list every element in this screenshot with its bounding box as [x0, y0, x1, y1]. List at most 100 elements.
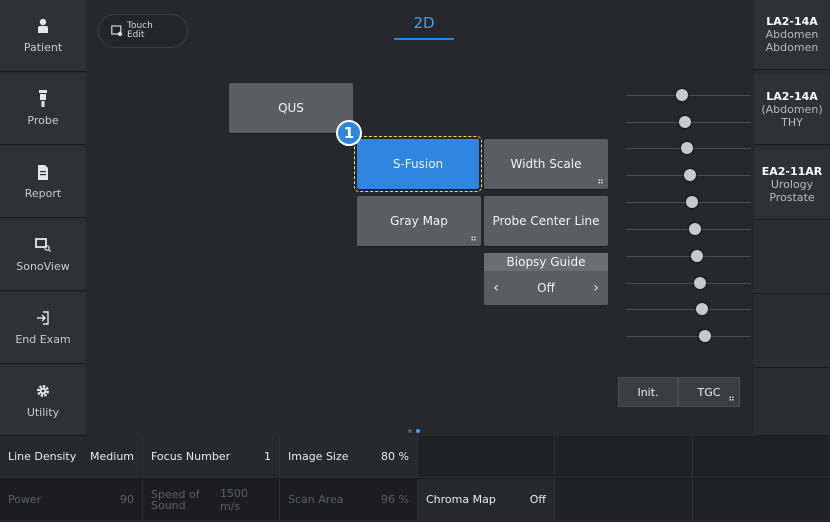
sidebar-item-label: Probe	[27, 114, 59, 127]
sidebar-item-label: Report	[24, 187, 62, 200]
biopsy-guide-control: Biopsy Guide ‹ Off ›	[484, 253, 608, 305]
qus-button[interactable]: QUS	[229, 83, 353, 133]
param-chroma-map[interactable]: Chroma Map Off	[418, 479, 555, 521]
probe-slot-empty[interactable]	[754, 221, 830, 294]
probe-preset: Prostate	[769, 191, 815, 204]
param-empty	[693, 436, 830, 478]
probe-application: Abdomen	[765, 28, 819, 41]
page-dot[interactable]	[408, 429, 412, 433]
param-line-density[interactable]: Line Density Medium	[0, 436, 143, 478]
tgc-knob[interactable]	[678, 116, 691, 128]
tab-active-indicator	[394, 38, 454, 40]
sidebar-item-report[interactable]: Report	[0, 146, 86, 218]
param-image-size[interactable]: Image Size 80 %	[280, 436, 418, 478]
param-speed-of-sound[interactable]: Speed of Sound 1500 m/s	[143, 479, 280, 521]
sidebar-item-label: End Exam	[15, 333, 71, 346]
probe-list: LA2-14A Abdomen Abdomen LA2-14A (Abdomen…	[754, 0, 830, 436]
probe-center-line-button[interactable]: Probe Center Line	[484, 196, 608, 246]
probe-application: Urology	[770, 178, 814, 191]
more-options-icon	[729, 396, 734, 401]
param-name: Image Size	[288, 450, 349, 463]
param-value: Off	[529, 493, 546, 506]
qus-label: QUS	[278, 101, 304, 115]
probe-slot-empty[interactable]	[754, 295, 830, 368]
probe-item[interactable]: EA2-11AR Urology Prostate	[754, 150, 830, 220]
tgc-knob[interactable]	[676, 89, 689, 101]
tab-2d[interactable]: 2D	[394, 14, 454, 32]
param-empty	[693, 479, 830, 521]
more-options-icon	[598, 179, 603, 184]
tgc-track	[626, 283, 751, 284]
tgc-knob[interactable]	[681, 142, 694, 154]
probe-preset: THY	[781, 116, 803, 129]
step-badge: 1	[336, 120, 362, 146]
person-icon	[37, 17, 49, 35]
width-scale-button[interactable]: Width Scale	[484, 139, 608, 189]
biopsy-guide-title: Biopsy Guide	[484, 253, 608, 271]
sidebar-item-end-exam[interactable]: End Exam	[0, 292, 86, 364]
sidebar-item-sonoview[interactable]: SonoView	[0, 219, 86, 291]
param-empty	[418, 436, 555, 478]
param-scan-area[interactable]: Scan Area 96 %	[280, 479, 418, 521]
document-icon	[37, 163, 49, 181]
tgc-track	[626, 256, 751, 257]
sonoview-icon	[35, 236, 51, 254]
tgc-button[interactable]: TGC	[678, 377, 740, 407]
left-sidebar: Patient Probe Report SonoView End Exam U…	[0, 0, 86, 436]
s-fusion-label: S-Fusion	[392, 157, 444, 171]
param-value: Medium	[90, 450, 134, 463]
gray-map-button[interactable]: Gray Map	[357, 196, 481, 246]
param-name: Focus Number	[151, 450, 231, 463]
tgc-track	[626, 336, 751, 337]
tgc-knob[interactable]	[688, 223, 701, 235]
sidebar-item-label: SonoView	[16, 260, 70, 273]
probe-model: LA2-14A	[766, 15, 818, 28]
gear-icon	[36, 382, 50, 400]
page-dot-active[interactable]	[416, 429, 420, 433]
probe-item[interactable]: LA2-14A (Abdomen) THY	[754, 75, 830, 145]
probe-slot-empty[interactable]	[754, 369, 830, 436]
tgc-knob[interactable]	[693, 277, 706, 289]
param-value: 90	[120, 493, 134, 506]
chevron-right-icon[interactable]: ›	[590, 280, 602, 296]
exit-icon	[36, 309, 50, 327]
tgc-knob[interactable]	[686, 196, 699, 208]
sidebar-item-label: Patient	[23, 41, 63, 54]
param-value: 1500 m/s	[220, 486, 249, 513]
touch-edit-label-2: Edit	[127, 30, 145, 40]
sidebar-item-label: Utility	[26, 405, 60, 419]
probe-item[interactable]: LA2-14A Abdomen Abdomen	[754, 0, 830, 70]
param-name: Chroma Map	[426, 493, 496, 506]
touch-edit-button[interactable]: Touch Edit	[98, 14, 188, 48]
param-focus-number[interactable]: Focus Number 1	[143, 436, 280, 478]
probe-application: (Abdomen)	[761, 103, 823, 116]
param-name: Line Density	[8, 450, 77, 463]
init-button[interactable]: Init.	[618, 377, 678, 407]
param-power[interactable]: Power 90	[0, 479, 143, 521]
probe-icon	[37, 90, 49, 108]
param-name: Scan Area	[288, 493, 344, 506]
more-options-icon	[471, 236, 476, 241]
probe-preset: Abdomen	[765, 41, 819, 54]
tgc-knob[interactable]	[698, 330, 711, 342]
sidebar-item-utility[interactable]: Utility	[0, 365, 86, 436]
param-empty	[555, 436, 693, 478]
touch-edit-icon	[111, 22, 123, 41]
chevron-left-icon[interactable]: ‹	[490, 280, 502, 296]
tgc-track	[626, 95, 751, 96]
probe-center-line-label: Probe Center Line	[492, 214, 600, 228]
tgc-knob[interactable]	[683, 169, 696, 181]
probe-model: EA2-11AR	[761, 165, 823, 178]
tgc-knob[interactable]	[691, 250, 704, 262]
width-scale-label: Width Scale	[510, 157, 582, 171]
s-fusion-button[interactable]: S-Fusion	[354, 136, 482, 192]
page-indicator	[408, 429, 420, 433]
tgc-knob[interactable]	[696, 303, 709, 315]
gray-map-label: Gray Map	[390, 214, 448, 228]
sidebar-item-probe[interactable]: Probe	[0, 73, 86, 145]
param-empty	[555, 479, 693, 521]
sidebar-item-patient[interactable]: Patient	[0, 0, 86, 72]
tgc-track	[626, 309, 751, 310]
param-value: 96 %	[381, 493, 409, 506]
parameter-bar: Line Density Medium Focus Number 1 Image…	[0, 436, 830, 522]
